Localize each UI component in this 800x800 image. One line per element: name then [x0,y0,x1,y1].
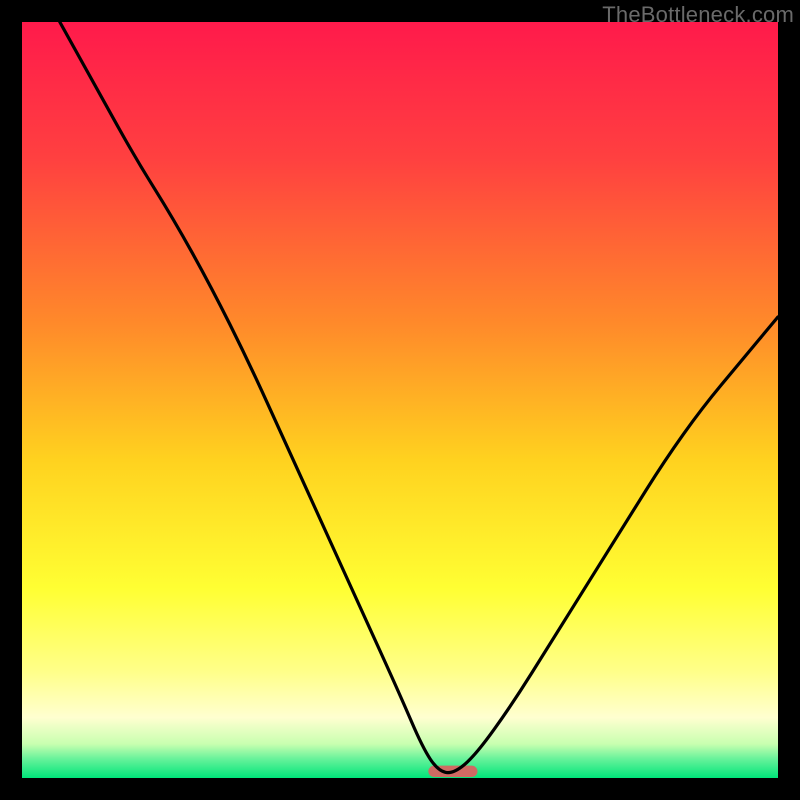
chart-background [22,22,778,778]
chart-frame [22,22,778,778]
bottleneck-chart [22,22,778,778]
watermark-text: TheBottleneck.com [602,2,794,28]
